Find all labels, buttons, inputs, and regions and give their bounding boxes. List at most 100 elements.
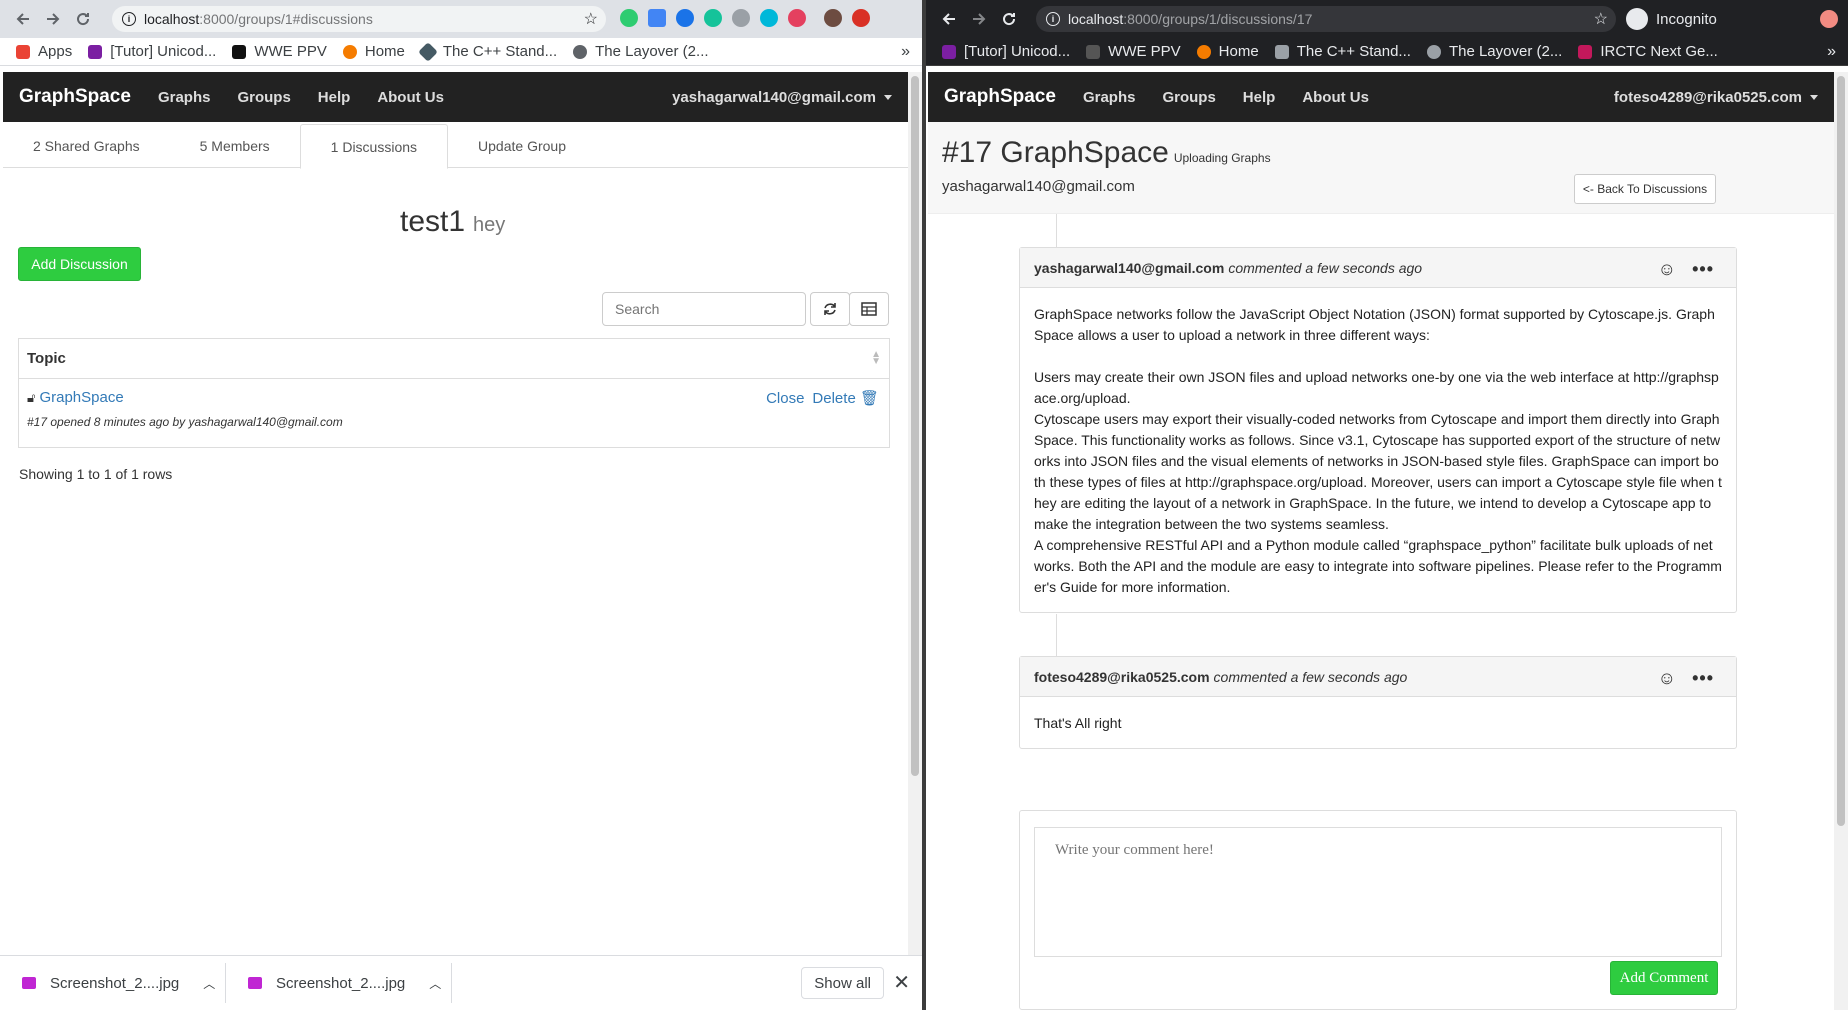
delete-link[interactable]: Delete 🗑︎ <box>812 389 879 407</box>
columns-button[interactable] <box>849 292 889 326</box>
bookmark-item[interactable]: IRCTC Next Ge... <box>1578 43 1718 60</box>
nav-groups[interactable]: Groups <box>237 89 290 106</box>
pagination-info: Showing 1 to 1 of 1 rows <box>19 466 173 482</box>
extension-water-icon[interactable] <box>760 9 778 27</box>
address-bar[interactable]: i localhost:8000/groups/1#discussions ☆ <box>112 6 606 32</box>
scrollbar-thumb[interactable] <box>911 76 919 776</box>
forward-icon[interactable] <box>966 6 992 32</box>
info-icon[interactable]: i <box>1046 12 1060 26</box>
extension-privacy-icon[interactable] <box>676 9 694 27</box>
close-icon[interactable]: ✕ <box>893 970 910 995</box>
nav-help[interactable]: Help <box>1243 89 1276 106</box>
url-path: :8000/groups/1#discussions <box>199 11 373 27</box>
topic-meta: #17 opened 8 minutes ago by yashagarwal1… <box>27 415 343 429</box>
bookmark-item[interactable]: The Layover (2... <box>573 43 709 60</box>
close-link[interactable]: Close <box>766 390 804 407</box>
more-options-icon[interactable]: ••• <box>1692 259 1714 280</box>
nav-about-us[interactable]: About Us <box>1302 89 1369 106</box>
bookmark-item[interactable]: WWE PPV <box>1086 43 1181 60</box>
extension-record-icon[interactable] <box>852 9 870 27</box>
emoji-reaction-icon[interactable]: ☺ <box>1658 668 1676 689</box>
info-icon[interactable]: i <box>122 12 136 26</box>
url-host: localhost <box>1068 11 1124 27</box>
bookmarks-overflow-icon[interactable]: » <box>901 43 910 61</box>
user-menu[interactable]: foteso4289@rika0525.com <box>1614 89 1818 106</box>
back-icon[interactable] <box>10 6 36 32</box>
bookmark-item[interactable]: Home <box>342 43 405 60</box>
graphspace-navbar: GraphSpace Graphs Groups Help About Us y… <box>3 72 908 122</box>
nav-graphs[interactable]: Graphs <box>1083 89 1136 106</box>
comment-textarea[interactable] <box>1034 827 1722 957</box>
brand-link[interactable]: GraphSpace <box>944 86 1056 108</box>
page-scrollbar[interactable] <box>1834 72 1848 1010</box>
comment-body: GraphSpace networks follow the JavaScrip… <box>1034 306 1722 595</box>
nav-help[interactable]: Help <box>318 89 351 106</box>
comment-card: yashagarwal140@gmail.com commented a few… <box>1019 247 1737 613</box>
tab-members[interactable]: 5 Members <box>170 124 300 167</box>
bookmark-item[interactable]: The C++ Stand... <box>1274 43 1411 60</box>
profile-avatar[interactable] <box>824 9 842 27</box>
brand-link[interactable]: GraphSpace <box>19 86 131 108</box>
show-all-button[interactable]: Show all <box>801 967 884 999</box>
refresh-icon <box>824 303 836 315</box>
bookmark-favicon-icon <box>1196 44 1211 59</box>
group-subtitle: hey <box>473 214 506 236</box>
forward-icon[interactable] <box>40 6 66 32</box>
emoji-reaction-icon[interactable]: ☺ <box>1658 259 1676 280</box>
extension-record-icon[interactable] <box>1820 10 1838 28</box>
table-header-topic[interactable]: Topic ▲ ▼ <box>19 339 889 379</box>
bookmark-item[interactable]: The Layover (2... <box>1426 43 1562 60</box>
bookmark-star-icon[interactable]: ☆ <box>584 9 598 29</box>
back-icon[interactable] <box>936 6 962 32</box>
extension-grammarly-icon[interactable] <box>704 9 722 27</box>
sort-icon[interactable]: ▲ ▼ <box>871 350 881 367</box>
nav-graphs[interactable]: Graphs <box>158 89 211 106</box>
discussion-header: #17 GraphSpace Uploading Graphs yashagar… <box>928 122 1834 214</box>
bookmark-item[interactable]: [Tutor] Unicod... <box>942 43 1070 60</box>
chevron-up-icon[interactable]: ︿ <box>203 975 215 992</box>
search-input[interactable] <box>602 292 806 326</box>
add-comment-button[interactable]: Add Comment <box>1610 961 1718 995</box>
discussions-table: Topic ▲ ▼ 🔓︎ GraphSpace #17 opened 8 minu… <box>18 338 890 448</box>
image-file-icon <box>22 977 36 989</box>
bookmark-item[interactable]: Home <box>1196 43 1259 60</box>
topic-link[interactable]: GraphSpace <box>39 389 123 406</box>
trash-icon: 🗑︎ <box>859 390 879 407</box>
group-tabs: 2 Shared Graphs 5 Members 1 Discussions … <box>3 124 908 169</box>
scrollbar-thumb[interactable] <box>1837 76 1845 826</box>
tab-shared-graphs[interactable]: 2 Shared Graphs <box>3 124 170 167</box>
nav-groups[interactable]: Groups <box>1162 89 1215 106</box>
chevron-up-icon[interactable]: ︿ <box>429 975 441 992</box>
bookmarks-overflow-icon[interactable]: » <box>1827 43 1836 61</box>
discussion-subtitle: Uploading Graphs <box>1173 151 1271 165</box>
comment-header: yashagarwal140@gmail.com commented a few… <box>1020 248 1736 288</box>
tab-discussions[interactable]: 1 Discussions <box>299 124 449 169</box>
extension-translate-icon[interactable] <box>648 9 666 27</box>
download-item[interactable]: Screenshot_2....jpg ︿ <box>226 963 452 1003</box>
nav-about-us[interactable]: About Us <box>377 89 444 106</box>
discussion-author: yashagarwal140@gmail.com <box>942 178 1135 195</box>
reload-icon[interactable] <box>996 6 1022 32</box>
address-bar[interactable]: i localhost:8000/groups/1/discussions/17… <box>1036 6 1616 32</box>
tab-update-group[interactable]: Update Group <box>448 124 596 167</box>
extension-cloud-icon[interactable] <box>732 9 750 27</box>
extension-swirl-icon[interactable] <box>788 9 806 27</box>
bookmark-item[interactable]: WWE PPV <box>232 43 327 60</box>
reload-icon[interactable] <box>70 6 96 32</box>
bookmark-apps[interactable]: Apps <box>16 43 72 60</box>
more-options-icon[interactable]: ••• <box>1692 668 1714 689</box>
add-discussion-button[interactable]: Add Discussion <box>18 247 141 281</box>
extension-shield-icon[interactable] <box>620 9 638 27</box>
back-to-discussions-button[interactable]: <- Back To Discussions <box>1574 174 1716 204</box>
bookmark-item[interactable]: The C++ Stand... <box>417 41 557 62</box>
refresh-button[interactable] <box>810 292 850 326</box>
bookmark-star-icon[interactable]: ☆ <box>1594 9 1608 29</box>
bookmarks-bar: Apps [Tutor] Unicod... WWE PPV Home The … <box>0 38 922 66</box>
page-scrollbar[interactable] <box>908 72 922 955</box>
incognito-indicator[interactable]: Incognito <box>1626 8 1717 30</box>
bookmark-favicon-icon <box>1274 44 1289 59</box>
user-menu[interactable]: yashagarwal140@gmail.com <box>672 89 892 106</box>
download-item[interactable]: Screenshot_2....jpg ︿ <box>0 963 226 1003</box>
comment-compose-box: Add Comment <box>1019 810 1737 1010</box>
bookmark-item[interactable]: [Tutor] Unicod... <box>88 43 216 60</box>
